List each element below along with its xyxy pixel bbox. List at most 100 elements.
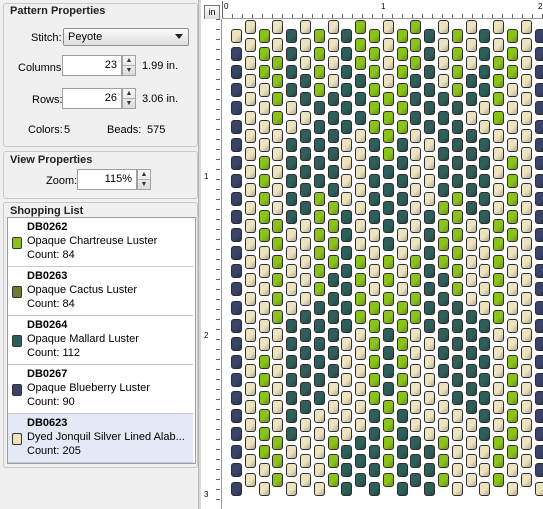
bead[interactable] <box>272 128 284 143</box>
bead[interactable] <box>382 20 394 34</box>
bead[interactable] <box>327 472 339 487</box>
bead[interactable] <box>465 237 477 252</box>
bead[interactable] <box>286 101 298 116</box>
bead[interactable] <box>355 327 367 342</box>
bead[interactable] <box>396 318 408 333</box>
bead[interactable] <box>438 472 449 487</box>
bead[interactable] <box>300 436 311 451</box>
bead[interactable] <box>424 318 436 333</box>
bead[interactable] <box>341 427 353 442</box>
bead[interactable] <box>479 409 491 424</box>
bead[interactable] <box>410 327 422 342</box>
bead[interactable] <box>313 65 325 80</box>
bead[interactable] <box>327 237 339 252</box>
bead[interactable] <box>244 327 256 342</box>
bead[interactable] <box>313 191 325 206</box>
bead[interactable] <box>396 210 408 224</box>
bead[interactable] <box>493 255 505 270</box>
bead[interactable] <box>327 92 339 107</box>
bead[interactable] <box>410 74 422 89</box>
stepper-down-icon[interactable]: ▼ <box>123 66 135 75</box>
bead[interactable] <box>341 155 353 170</box>
bead[interactable] <box>396 101 408 116</box>
bead[interactable] <box>534 427 543 442</box>
bead[interactable] <box>424 29 436 43</box>
bead[interactable] <box>244 201 256 215</box>
bead[interactable] <box>341 83 353 98</box>
bead[interactable] <box>286 47 298 62</box>
bead[interactable] <box>520 38 532 53</box>
bead[interactable] <box>369 191 380 206</box>
bead[interactable] <box>424 65 436 80</box>
bead[interactable] <box>465 436 477 451</box>
bead[interactable] <box>244 255 256 270</box>
bead[interactable] <box>313 300 325 315</box>
bead[interactable] <box>258 300 270 315</box>
bead[interactable] <box>355 400 367 415</box>
bead[interactable] <box>520 472 532 487</box>
bead[interactable] <box>507 445 518 460</box>
bead[interactable] <box>465 92 477 107</box>
bead[interactable] <box>231 354 242 369</box>
bead[interactable] <box>465 400 477 415</box>
bead[interactable] <box>286 210 298 224</box>
bead[interactable] <box>272 201 284 215</box>
bead[interactable] <box>534 137 543 152</box>
bead[interactable] <box>479 155 491 170</box>
bead[interactable] <box>410 38 422 53</box>
bead[interactable] <box>382 237 394 252</box>
columns-stepper[interactable]: ▲ ▼ <box>122 55 136 76</box>
bead[interactable] <box>286 191 298 206</box>
bead[interactable] <box>520 418 532 433</box>
bead[interactable] <box>451 300 463 315</box>
bead[interactable] <box>355 363 367 378</box>
bead[interactable] <box>451 119 463 134</box>
bead[interactable] <box>300 92 311 107</box>
bead[interactable] <box>520 128 532 143</box>
bead[interactable] <box>451 47 463 62</box>
bead[interactable] <box>341 173 353 188</box>
bead[interactable] <box>272 400 284 415</box>
bead[interactable] <box>244 56 256 71</box>
bead[interactable] <box>369 29 380 43</box>
bead[interactable] <box>300 20 311 34</box>
bead[interactable] <box>438 273 449 288</box>
bead[interactable] <box>355 182 367 197</box>
bead[interactable] <box>341 65 353 80</box>
bead[interactable] <box>520 382 532 396</box>
bead[interactable] <box>258 463 270 478</box>
columns-field[interactable]: 23 <box>62 55 122 76</box>
bead[interactable] <box>396 300 408 315</box>
bead[interactable] <box>534 191 543 206</box>
bead[interactable] <box>382 182 394 197</box>
bead[interactable] <box>258 210 270 224</box>
bead[interactable] <box>520 20 532 34</box>
bead[interactable] <box>493 74 505 89</box>
bead[interactable] <box>451 318 463 333</box>
bead[interactable] <box>520 201 532 215</box>
bead[interactable] <box>369 228 380 243</box>
bead[interactable] <box>244 38 256 53</box>
bead[interactable] <box>258 445 270 460</box>
bead[interactable] <box>286 409 298 424</box>
bead[interactable] <box>493 472 505 487</box>
bead[interactable] <box>410 363 422 378</box>
bead[interactable] <box>493 201 505 215</box>
bead[interactable] <box>493 273 505 288</box>
list-item[interactable]: DB0262 Opaque Chartreuse Luster Count: 8… <box>8 218 193 267</box>
bead[interactable] <box>451 83 463 98</box>
bead[interactable] <box>231 173 242 188</box>
bead[interactable] <box>396 83 408 98</box>
bead[interactable] <box>424 427 436 442</box>
bead[interactable] <box>438 92 449 107</box>
bead[interactable] <box>534 101 543 116</box>
bead[interactable] <box>424 83 436 98</box>
bead[interactable] <box>341 119 353 134</box>
bead[interactable] <box>438 110 449 125</box>
bead[interactable] <box>369 318 380 333</box>
bead[interactable] <box>327 164 339 179</box>
stepper-down-icon[interactable]: ▼ <box>138 180 150 189</box>
bead[interactable] <box>327 219 339 234</box>
bead[interactable] <box>410 454 422 469</box>
bead[interactable] <box>369 101 380 116</box>
